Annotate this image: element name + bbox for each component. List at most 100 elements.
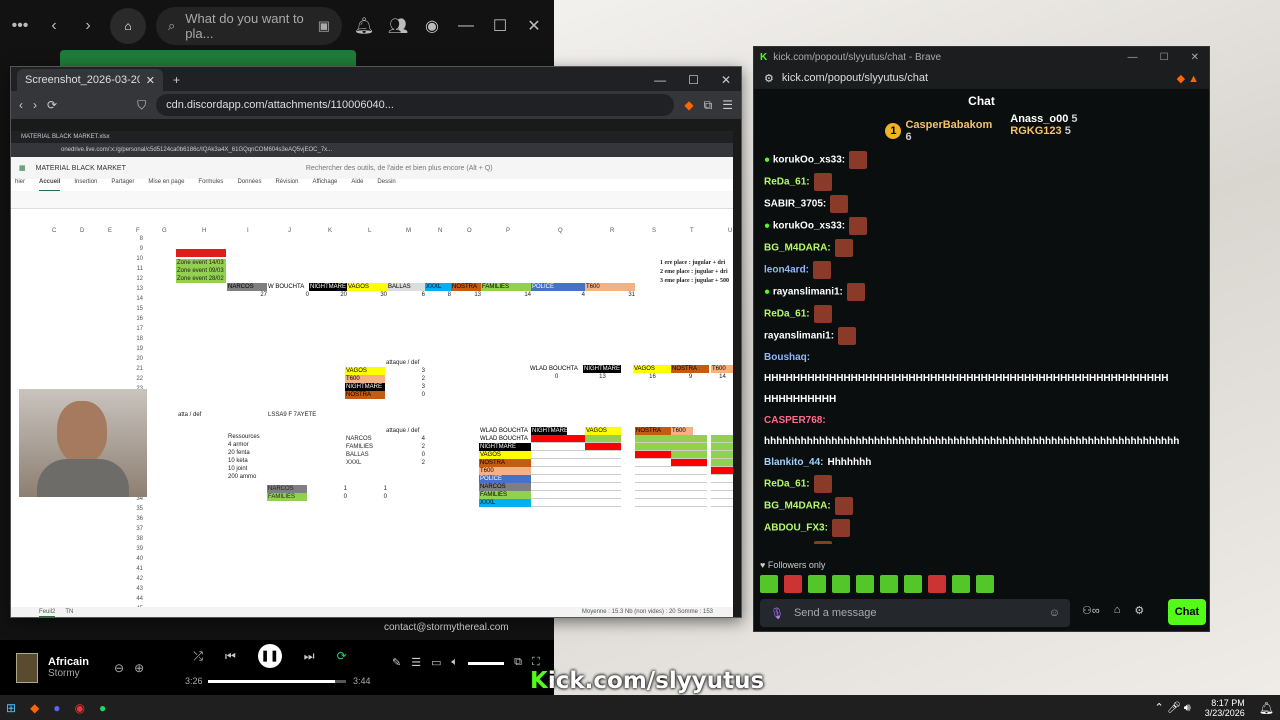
attack-value[interactable]: 2 (385, 375, 425, 383)
matrix-cell[interactable] (635, 459, 671, 467)
chat-username[interactable]: BG_M4DARA: (764, 501, 831, 512)
spotify-taskbar-icon[interactable]: ● (99, 701, 106, 715)
prize-text[interactable]: 3 eme place : jugular + 500 (659, 277, 733, 285)
matrix-cell[interactable] (531, 459, 585, 467)
chat-username[interactable]: korukOo_xs33: (773, 155, 845, 166)
attack-value[interactable]: 2 (385, 443, 425, 451)
chat-username[interactable]: korukOo_xs33: (773, 221, 845, 232)
column-header[interactable]: N (437, 227, 453, 235)
total-cell[interactable]: 30 (347, 291, 387, 299)
column-header[interactable]: H (201, 227, 217, 235)
attack-team[interactable]: NOSTRA (345, 391, 385, 399)
reload-icon[interactable]: ⟳ (47, 98, 57, 112)
chat-username[interactable]: ReDa_61: (764, 177, 810, 188)
excel-search[interactable]: Rechercher des outils, de l'aide et bien… (306, 165, 493, 172)
total-cell[interactable]: 31 (585, 291, 635, 299)
mini-value[interactable]: 1 (307, 485, 347, 493)
emote-icon[interactable] (760, 575, 778, 593)
new-tab-icon[interactable]: + (173, 73, 180, 87)
column-header[interactable]: U (727, 227, 733, 235)
total-cell[interactable]: 27 (227, 291, 267, 299)
matrix-cell[interactable] (585, 475, 621, 483)
attack-team[interactable]: NIGHTMARE (345, 383, 385, 391)
chat-emote[interactable] (831, 519, 850, 537)
chat-username[interactable]: rayanslimani1: (764, 331, 834, 342)
ribbon-tab[interactable]: Mise en page (148, 179, 184, 191)
team-cell[interactable]: POLICE (531, 283, 585, 291)
column-header[interactable]: P (505, 227, 521, 235)
emoji-icon[interactable]: ☺ (1049, 607, 1060, 619)
chat-message[interactable]: ReDa_61: (754, 473, 1209, 495)
matrix-row-label[interactable]: WLAD BOUCHTA (479, 435, 531, 443)
minimize-icon[interactable]: — (1128, 52, 1138, 63)
matrix-cell[interactable] (671, 475, 707, 483)
matrix-cell[interactable] (635, 451, 671, 459)
row-header[interactable]: 15 (129, 305, 143, 313)
column-header[interactable]: I (246, 227, 262, 235)
chat-message[interactable]: hhhhhhhhhhhhhhhhhhhhhhhhhhhhhhhhhhhhhhhh… (754, 431, 1209, 452)
resource-cell[interactable]: Ressources (227, 433, 277, 441)
row-header[interactable]: 13 (129, 285, 143, 293)
team-cell[interactable]: W BOUCHTA (267, 283, 309, 291)
team-cell[interactable]: NIGHTMARE (309, 283, 347, 291)
side-header[interactable]: T600 (711, 365, 733, 373)
leader-1[interactable]: 1 CasperBabakom 6 (885, 113, 992, 149)
remove-icon[interactable]: ⊖ (114, 661, 124, 675)
prize-text[interactable]: 1 ere place : jugular + dri (659, 259, 733, 267)
chat-username[interactable]: leon4ard: (764, 265, 809, 276)
emote-icon[interactable] (808, 575, 826, 593)
chat-message[interactable]: ● korukOo_xs33: (754, 149, 1209, 171)
volume-slider[interactable] (468, 662, 505, 665)
column-header[interactable]: K (327, 227, 343, 235)
attack-team[interactable]: VAGOS (345, 367, 385, 375)
attack-value[interactable]: 4 (385, 435, 425, 443)
next-icon[interactable]: ⏭ (304, 649, 315, 664)
matrix-cell[interactable] (711, 443, 733, 451)
bookmark-icon[interactable]: ⛉ (137, 98, 146, 113)
device-icon[interactable]: ▭ (431, 656, 441, 669)
chat-username[interactable]: Boushaq: (764, 352, 810, 363)
ribbon-tab[interactable]: hier (15, 179, 25, 191)
matrix-cell[interactable] (711, 499, 733, 507)
chat-username[interactable]: SABIR_3705: (764, 199, 826, 210)
side-header[interactable]: WLAD BOUCHTA (529, 365, 583, 373)
column-header[interactable]: D (79, 227, 95, 235)
chat-emote[interactable] (849, 217, 868, 235)
previous-icon[interactable]: ⏮ (225, 649, 236, 664)
column-header[interactable]: J (287, 227, 303, 235)
row-header[interactable]: 22 (129, 375, 143, 383)
back-arrow-icon[interactable]: ‹ (42, 17, 66, 35)
matrix-row-label[interactable]: XXXL (479, 499, 531, 507)
team-cell[interactable]: NARCOS (227, 283, 267, 291)
matrix-cell[interactable] (711, 491, 733, 499)
chat-message[interactable]: ABDOU_FX3: (754, 517, 1209, 539)
zone-label[interactable]: Zone event 14/03 (176, 259, 226, 267)
emote-icon[interactable] (928, 575, 946, 593)
row-header[interactable]: 21 (129, 365, 143, 373)
chat-message[interactable]: rayanslimani1: (754, 325, 1209, 347)
matrix-cell[interactable] (585, 459, 621, 467)
chat-emote[interactable] (813, 541, 832, 544)
miniplayer-icon[interactable]: ⧉ (514, 656, 522, 669)
matrix-cell[interactable] (711, 451, 733, 459)
matrix-cell[interactable] (531, 491, 585, 499)
chat-username[interactable]: ReDa_61: (764, 479, 810, 490)
column-header[interactable]: G (161, 227, 177, 235)
add-icon[interactable]: ⊕ (134, 661, 144, 675)
mini-value[interactable]: 0 (307, 493, 347, 501)
sheet-tab-tn[interactable]: TN (65, 607, 73, 617)
emote-icon[interactable] (904, 575, 922, 593)
matrix-row-label[interactable]: FAMILIES (479, 491, 531, 499)
matrix-cell[interactable] (531, 467, 585, 475)
chat-username[interactable]: CASPER768: (764, 415, 826, 426)
matrix-cell[interactable] (585, 435, 621, 443)
chat-emote[interactable] (834, 497, 853, 515)
browse-icon[interactable]: ▣ (318, 18, 330, 34)
emote-icon[interactable] (976, 575, 994, 593)
mini-team[interactable]: FAMILIES (267, 493, 307, 501)
attack-value[interactable]: 3 (385, 383, 425, 391)
column-header[interactable]: L (367, 227, 383, 235)
matrix-cell[interactable] (711, 467, 733, 475)
chat-username[interactable]: ABDOU_FX3: (764, 523, 828, 534)
side-value[interactable]: 9 (671, 373, 709, 381)
